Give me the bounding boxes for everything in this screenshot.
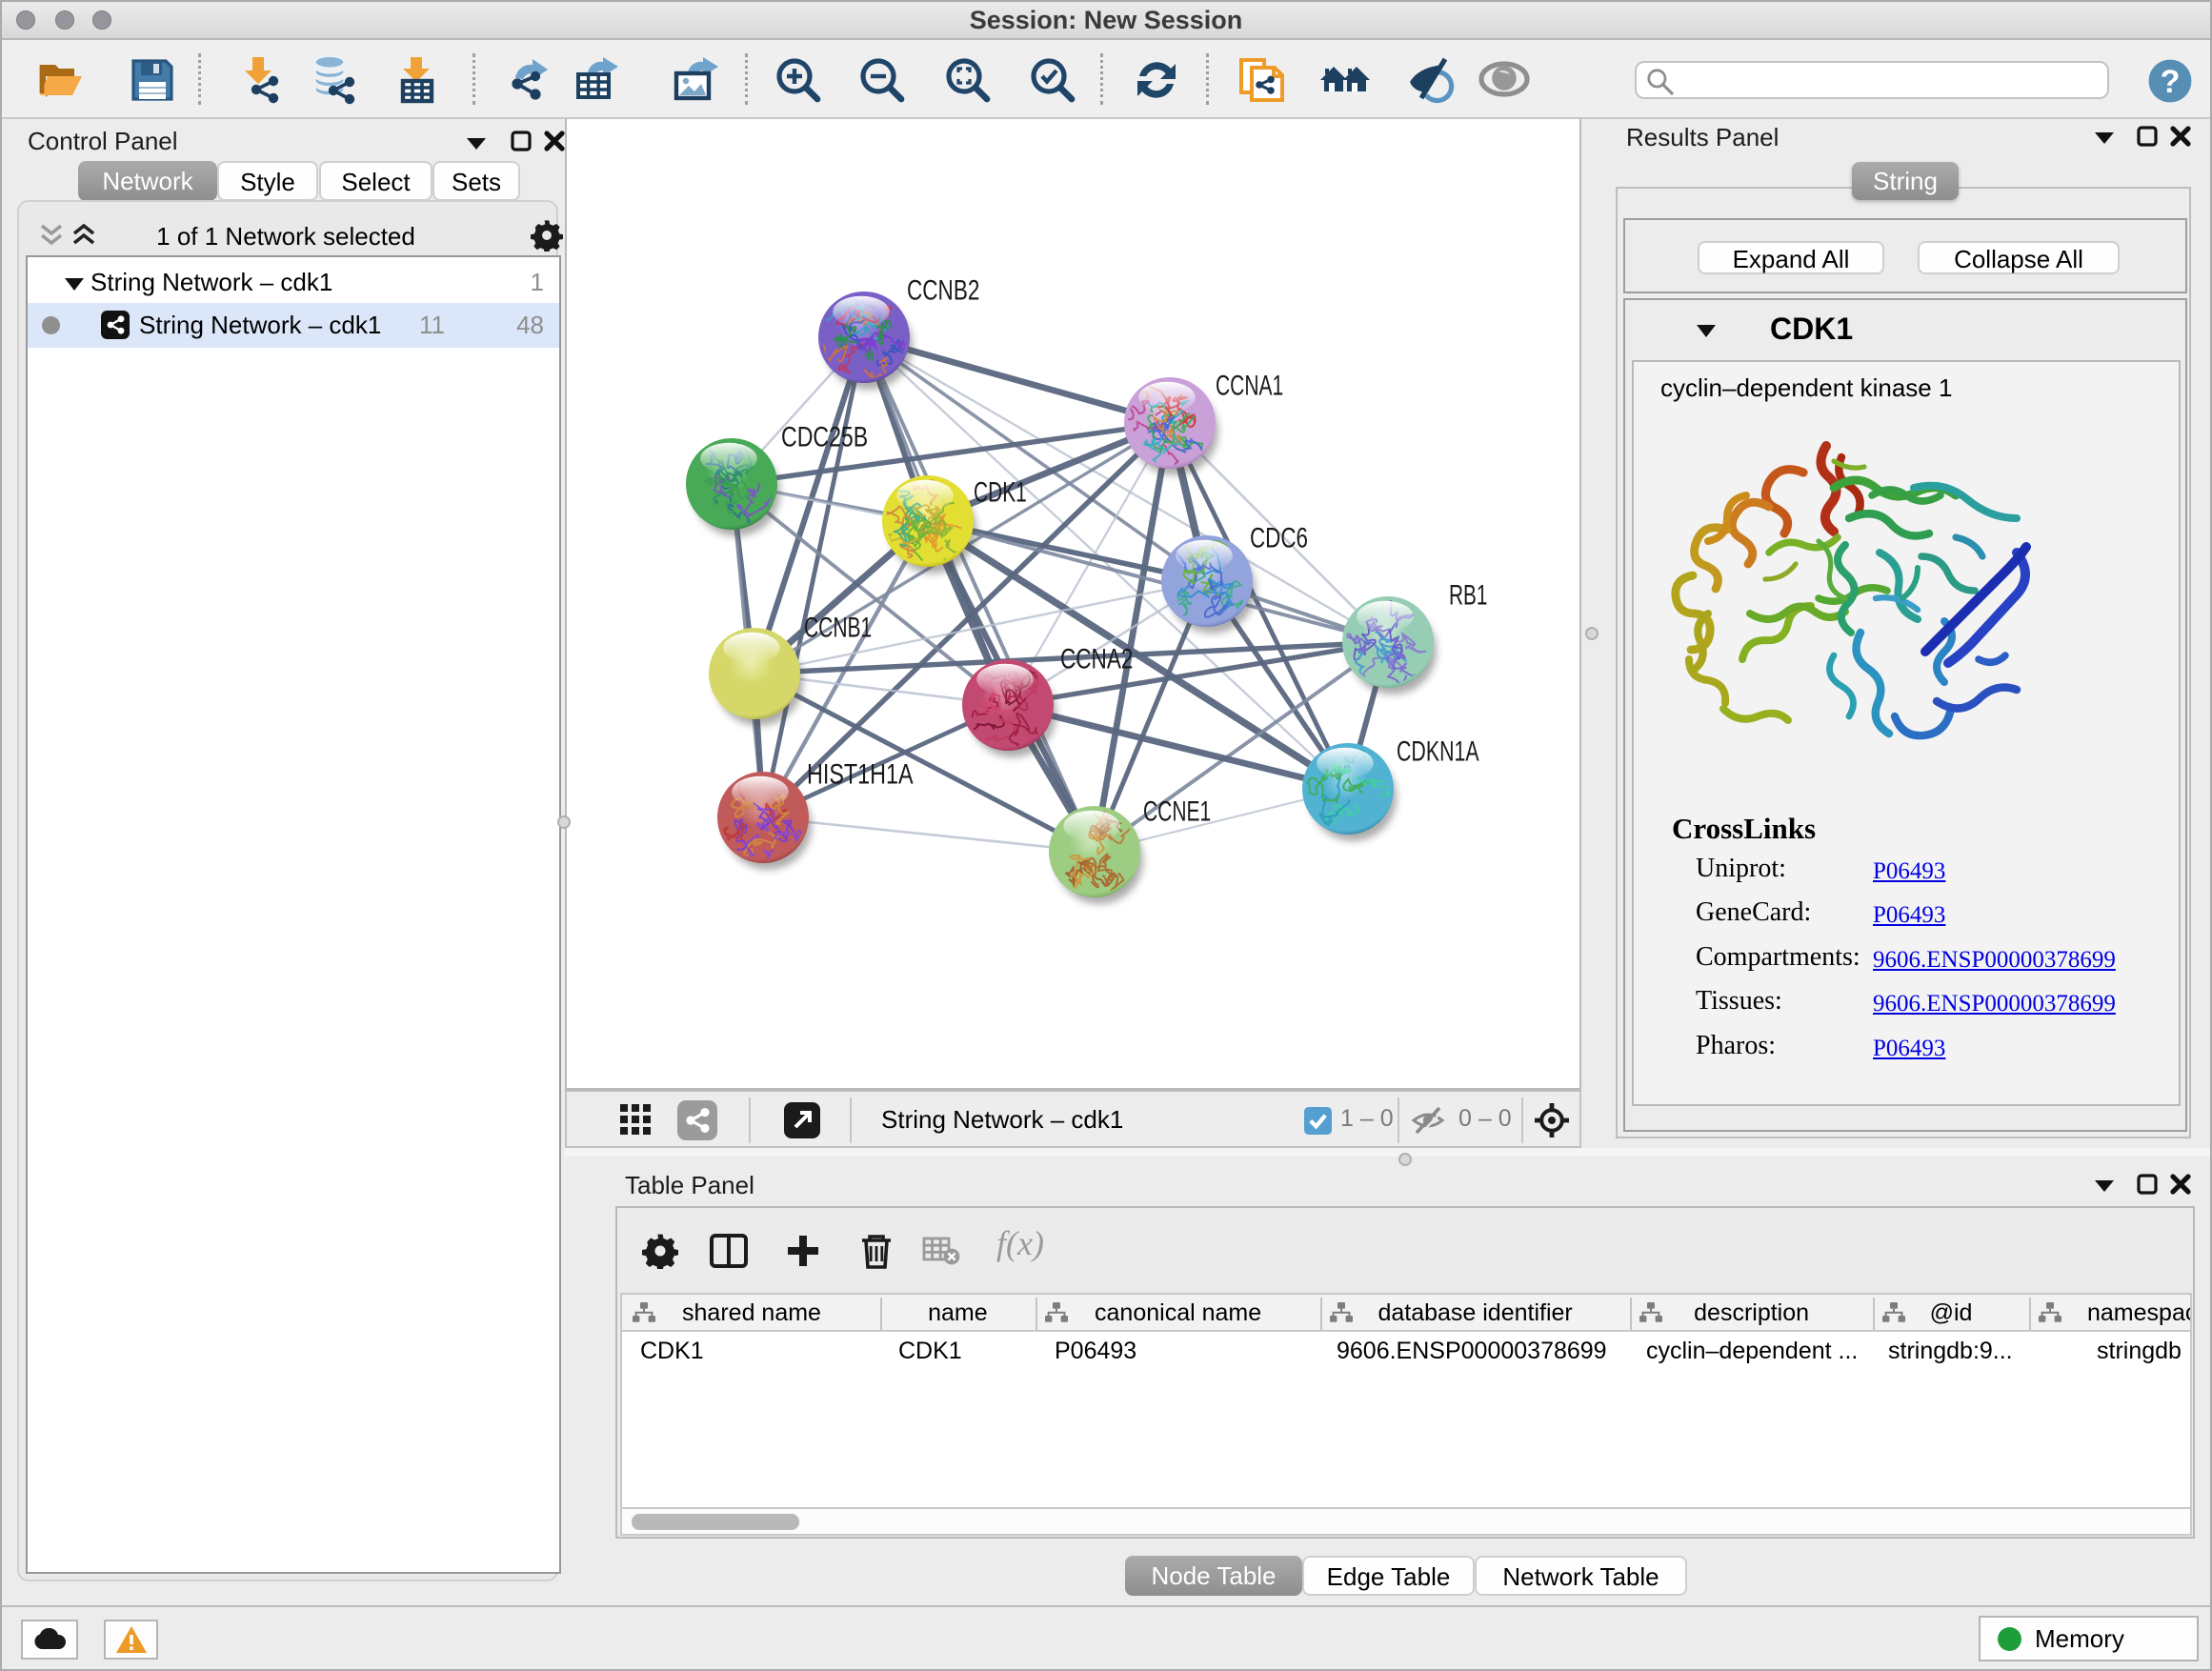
svg-text:CDK1: CDK1 — [974, 477, 1027, 509]
svg-text:CCNB1: CCNB1 — [804, 613, 872, 644]
svg-text:CCNA2: CCNA2 — [1060, 644, 1133, 675]
svg-text:CCNA1: CCNA1 — [1216, 371, 1283, 402]
svg-text:CCNE1: CCNE1 — [1143, 796, 1211, 828]
svg-text:CDC6: CDC6 — [1250, 523, 1308, 554]
svg-text:CDKN1A: CDKN1A — [1397, 736, 1479, 768]
svg-text:HIST1H1A: HIST1H1A — [807, 759, 914, 791]
svg-text:CCNB2: CCNB2 — [907, 275, 979, 307]
svg-text:?: ? — [2161, 64, 2181, 100]
svg-text:RB1: RB1 — [1449, 580, 1487, 612]
svg-text:CDC25B: CDC25B — [781, 422, 868, 453]
